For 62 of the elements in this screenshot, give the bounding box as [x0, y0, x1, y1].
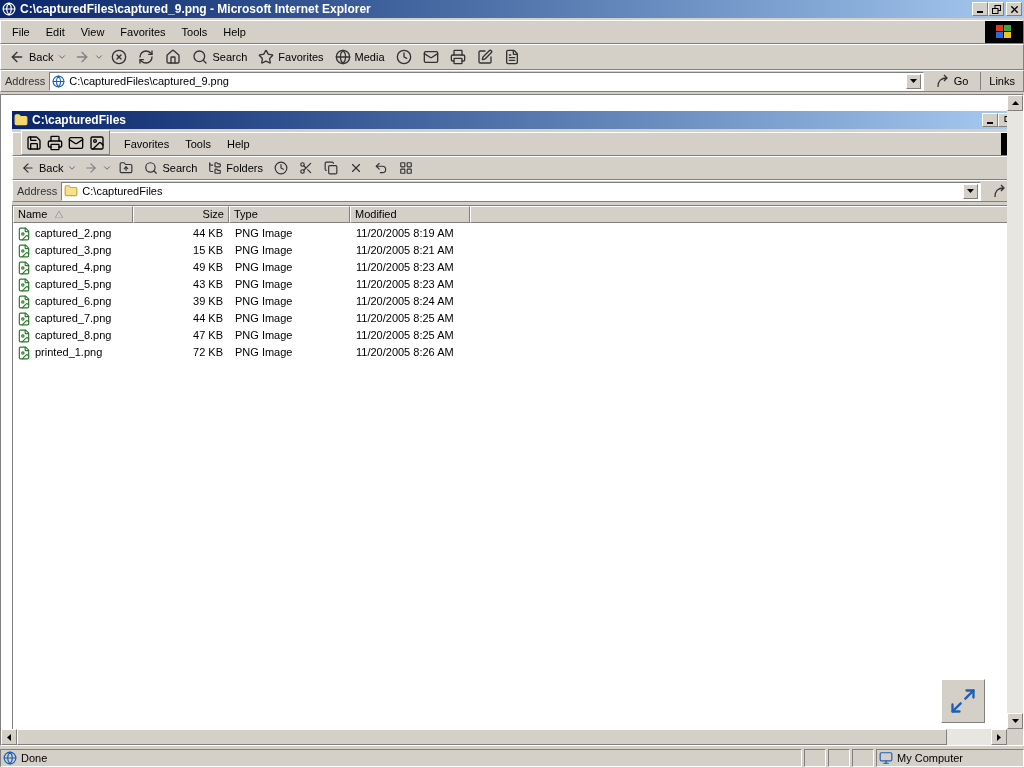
type-cell-text: PNG Image [234, 277, 294, 293]
modified-cell-text: 11/20/2005 8:23 AM [355, 260, 455, 276]
menu-item[interactable]: Favorites [117, 135, 177, 153]
toolbar-button[interactable]: Folders [204, 158, 267, 178]
column-header[interactable]: Modified [350, 206, 470, 223]
file-name-cell[interactable]: printed_1.png [13, 344, 133, 361]
go-button[interactable]: Go [927, 72, 977, 90]
zone-text: My Computer [897, 750, 964, 766]
menu-item[interactable]: Tools [178, 135, 218, 153]
window-title: C:\capturedFiles\captured_9.png - Microsoft Internet Explorer [20, 1, 372, 18]
menu-item[interactable]: File [5, 23, 37, 41]
size-cell-text: 44 KB [192, 311, 224, 327]
explorer-title: C:\capturedFiles [32, 112, 128, 129]
address-field[interactable]: C:\capturedFiles [61, 181, 982, 201]
modified-cell-text: 11/20/2005 8:25 AM [355, 328, 455, 344]
file-name-cell[interactable]: captured_2.png [13, 225, 133, 242]
file-name-cell[interactable]: captured_3.png [13, 242, 133, 259]
modified-cell-text: 11/20/2005 8:23 AM [355, 277, 455, 293]
modified-cell-text: 11/20/2005 8:19 AM [355, 226, 455, 242]
file-name-cell[interactable]: captured_7.png [13, 310, 133, 327]
size-cell-text: 15 KB [192, 243, 224, 259]
menu-item[interactable]: Help [219, 135, 257, 153]
type-cell-text: PNG Image [234, 260, 294, 276]
type-cell-text: PNG Image [234, 345, 294, 361]
column-header[interactable]: Size [133, 206, 229, 223]
toolbar-button[interactable]: Back [17, 158, 68, 178]
size-cell-text: 49 KB [192, 260, 224, 276]
file-name-cell[interactable]: captured_6.png [13, 293, 133, 310]
file-name-cell[interactable]: captured_8.png [13, 327, 133, 344]
toolbar-button[interactable]: Favorites [254, 47, 328, 67]
toolbar-button[interactable]: Search [140, 158, 202, 178]
modified-cell-text: 11/20/2005 8:26 AM [355, 345, 455, 361]
size-cell-text: 44 KB [192, 226, 224, 242]
column-header[interactable]: Type [229, 206, 350, 223]
menu-item[interactable]: Tools [174, 23, 215, 41]
toolbar-button[interactable]: Back [5, 47, 58, 67]
menu-item[interactable]: Help [216, 23, 253, 41]
address-field[interactable]: C:\capturedFiles\captured_9.png [49, 71, 924, 91]
modified-cell-text: 11/20/2005 8:21 AM [355, 243, 455, 259]
type-cell-text: PNG Image [234, 226, 294, 242]
size-cell-text: 43 KB [192, 277, 224, 293]
modified-cell-text: 11/20/2005 8:24 AM [355, 294, 455, 310]
column-header[interactable]: Name [13, 206, 133, 223]
menu-item[interactable]: View [73, 23, 112, 41]
size-cell-text: 47 KB [192, 328, 224, 344]
type-cell-text: PNG Image [234, 311, 294, 327]
toolbar-button[interactable]: Search [188, 47, 252, 67]
address-label: Address [17, 183, 58, 199]
menu-item[interactable]: Edit [38, 23, 72, 41]
type-cell-text: PNG Image [234, 243, 294, 259]
status-text: Done [21, 750, 48, 766]
menu-item[interactable]: Favorites [113, 23, 173, 41]
file-name-cell[interactable]: captured_4.png [13, 259, 133, 276]
file-name-cell[interactable]: captured_5.png [13, 276, 133, 293]
links-button[interactable]: Links [985, 72, 1019, 90]
address-label: Address [5, 73, 46, 89]
modified-cell-text: 11/20/2005 8:25 AM [355, 311, 455, 327]
toolbar-button[interactable]: Media [330, 47, 389, 67]
size-cell-text: 72 KB [192, 345, 224, 361]
type-cell-text: PNG Image [234, 294, 294, 310]
type-cell-text: PNG Image [234, 328, 294, 344]
size-cell-text: 39 KB [192, 294, 224, 310]
